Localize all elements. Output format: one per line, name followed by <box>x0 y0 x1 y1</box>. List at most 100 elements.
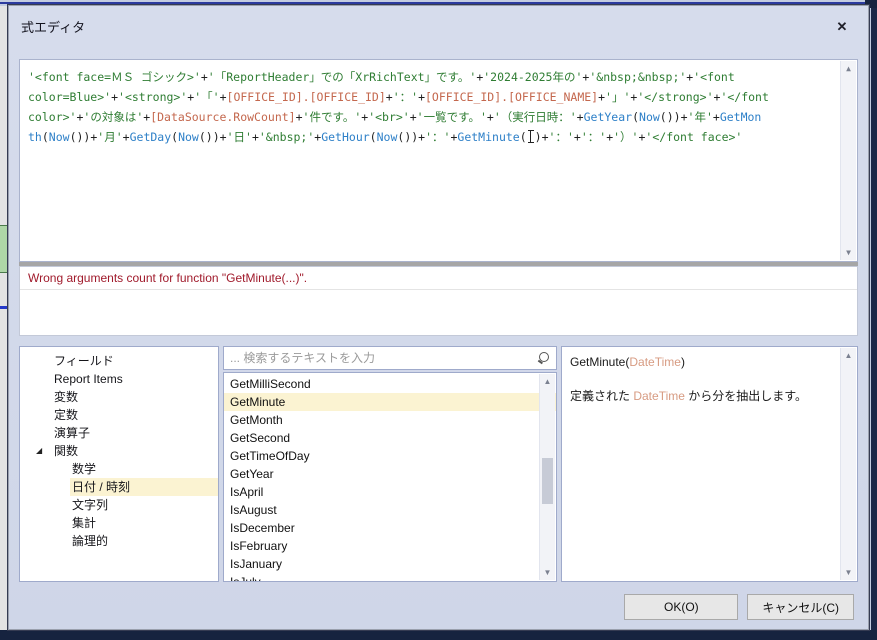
dialog-titlebar[interactable]: 式エディタ ✕ <box>9 6 868 46</box>
code-segment: + <box>295 110 303 124</box>
function-list-scrollbar[interactable]: ▲ ▼ <box>539 374 555 580</box>
expand-triangle-icon[interactable]: ◢ <box>36 442 52 460</box>
tree-item[interactable]: 数学 <box>20 460 218 478</box>
code-segment: Now <box>376 130 398 144</box>
function-item[interactable]: GetYear <box>224 465 556 483</box>
code-segment: GetDay <box>129 130 172 144</box>
code-segment: '件です。' <box>302 110 362 124</box>
tree-item[interactable]: 日付 / 時刻 <box>20 478 218 496</box>
code-segment: '<br>' <box>368 110 410 124</box>
tree-item[interactable]: 演算子 <box>20 424 218 442</box>
code-segment: '（実行日時：' <box>493 110 577 124</box>
code-segment: '<font face=ＭＳ ゴシック>' <box>28 70 201 84</box>
tree-item[interactable]: Report Items <box>20 370 218 388</box>
category-tree: フィールド Report Items 変数 定数 演算子 ◢ 関数 数学 日付 / 時刻 文字列集… <box>19 346 219 582</box>
code-segment: GetHour <box>321 130 370 144</box>
code-segment: Now <box>639 110 660 124</box>
function-item[interactable]: GetMonth <box>224 411 556 429</box>
expression-editor-dialog: 式エディタ ✕ '<font face=ＭＳ ゴシック>'+'「ReportHe… <box>8 5 869 630</box>
tree-item[interactable]: フィールド <box>20 352 218 370</box>
scroll-down-icon[interactable]: ▼ <box>841 565 856 580</box>
code-line: color=Blue>'+'<strong>'+'「'+[OFFICE_ID].… <box>28 87 833 107</box>
code-segment: Now <box>48 130 70 144</box>
code-segment: th <box>28 130 42 144</box>
code-segment: color>' <box>28 110 77 124</box>
function-item[interactable]: IsJanuary <box>224 555 556 573</box>
code-segment: GetMinute( <box>570 355 630 369</box>
expression-code: '<font face=ＭＳ ゴシック>'+'「ReportHeader」での「… <box>28 67 833 147</box>
background-app-left-strip <box>0 6 8 630</box>
tree-item[interactable]: 文字列 <box>20 496 218 514</box>
function-signature: GetMinute(DateTime) <box>570 355 833 369</box>
tree-item-label: Report Items <box>54 372 123 386</box>
scroll-down-icon[interactable]: ▼ <box>540 565 555 580</box>
code-segment: '日' <box>226 130 252 144</box>
tree-item-label: 集計 <box>72 516 97 530</box>
code-line: color>'+'の対象は'+[DataSource.RowCount]+'件で… <box>28 107 833 127</box>
code-segment: ) <box>680 355 685 369</box>
function-item[interactable]: GetMinute <box>224 393 556 411</box>
tree-item[interactable]: ◢ 関数 <box>20 442 218 460</box>
background-app-top-line <box>0 2 877 4</box>
code-segment: + <box>573 130 581 144</box>
cancel-button[interactable]: キャンセル(C) <box>747 594 854 620</box>
code-segment: + <box>122 130 130 144</box>
function-item[interactable]: IsAugust <box>224 501 556 519</box>
code-segment: [OFFICE_ID].[OFFICE_NAME] <box>425 90 599 104</box>
dialog-footer: OK(O) キャンセル(C) <box>9 594 854 620</box>
code-segment: 定義された <box>570 389 634 403</box>
description-panel: GetMinute(DateTime) 定義された DateTime から分を抽… <box>561 346 858 582</box>
scroll-up-icon[interactable]: ▲ <box>841 61 856 76</box>
code-segment: + <box>200 70 208 84</box>
tree-item-label: フィールド <box>54 354 114 368</box>
search-input[interactable] <box>224 351 535 365</box>
tree-item[interactable]: 定数 <box>20 406 218 424</box>
code-segment: + <box>541 130 549 144</box>
code-segment: '：' <box>548 130 574 144</box>
function-item[interactable]: GetSecond <box>224 429 556 447</box>
function-item[interactable]: GetMilliSecond <box>224 375 556 393</box>
error-message: Wrong arguments count for function "GetM… <box>20 267 857 290</box>
background-app-status-bar <box>0 630 877 640</box>
code-segment: + <box>409 110 417 124</box>
tree-item[interactable]: 変数 <box>20 388 218 406</box>
code-segment: '：' <box>425 130 451 144</box>
scroll-down-icon[interactable]: ▼ <box>841 245 856 260</box>
function-item[interactable]: IsDecember <box>224 519 556 537</box>
scroll-up-icon[interactable]: ▲ <box>841 348 856 363</box>
function-item[interactable]: IsJuly <box>224 573 556 581</box>
ok-button[interactable]: OK(O) <box>624 594 739 620</box>
code-segment: + <box>486 110 494 124</box>
expression-text-area[interactable]: '<font face=ＭＳ ゴシック>'+'「ReportHeader」での「… <box>19 59 858 262</box>
background-app-right-strip <box>871 8 877 630</box>
tree-item[interactable]: 論理的 <box>20 532 218 550</box>
code-segment: '年' <box>687 110 713 124</box>
function-item[interactable]: GetTimeOfDay <box>224 447 556 465</box>
tree-item-label: 関数 <box>54 444 79 458</box>
code-segment: '：' <box>580 130 607 144</box>
code-segment: から分を抽出します。 <box>684 389 808 403</box>
code-segment: + <box>712 110 720 124</box>
description-scrollbar[interactable]: ▲ ▼ <box>840 348 856 580</box>
tree-item[interactable]: 集計 <box>20 514 218 532</box>
tree-item-label: 定数 <box>54 408 79 422</box>
scrollbar-thumb[interactable] <box>542 458 553 504</box>
code-segment: '「ReportHeader」での「XrRichText」です。' <box>207 70 477 84</box>
code-segment: '）' <box>613 130 639 144</box>
dialog-title: 式エディタ <box>21 19 86 35</box>
code-segment: '一覧です。' <box>416 110 487 124</box>
code-segment: '</font face>' <box>645 130 743 144</box>
scroll-up-icon[interactable]: ▲ <box>540 374 555 389</box>
tree-item-label: 文字列 <box>72 498 109 512</box>
expression-scrollbar[interactable]: ▲ ▼ <box>840 61 856 260</box>
code-segment: '2024-2025年の' <box>483 70 583 84</box>
close-icon[interactable]: ✕ <box>834 19 850 35</box>
function-item[interactable]: IsApril <box>224 483 556 501</box>
code-segment: + <box>680 110 688 124</box>
function-item[interactable]: IsFebruary <box>224 537 556 555</box>
code-line: '<font face=ＭＳ ゴシック>'+'「ReportHeader」での「… <box>28 67 833 87</box>
search-box <box>223 346 557 370</box>
background-app-report-band <box>0 225 8 273</box>
tree-item-label: 日付 / 時刻 <box>70 478 218 496</box>
code-segment: DateTime <box>633 389 685 403</box>
